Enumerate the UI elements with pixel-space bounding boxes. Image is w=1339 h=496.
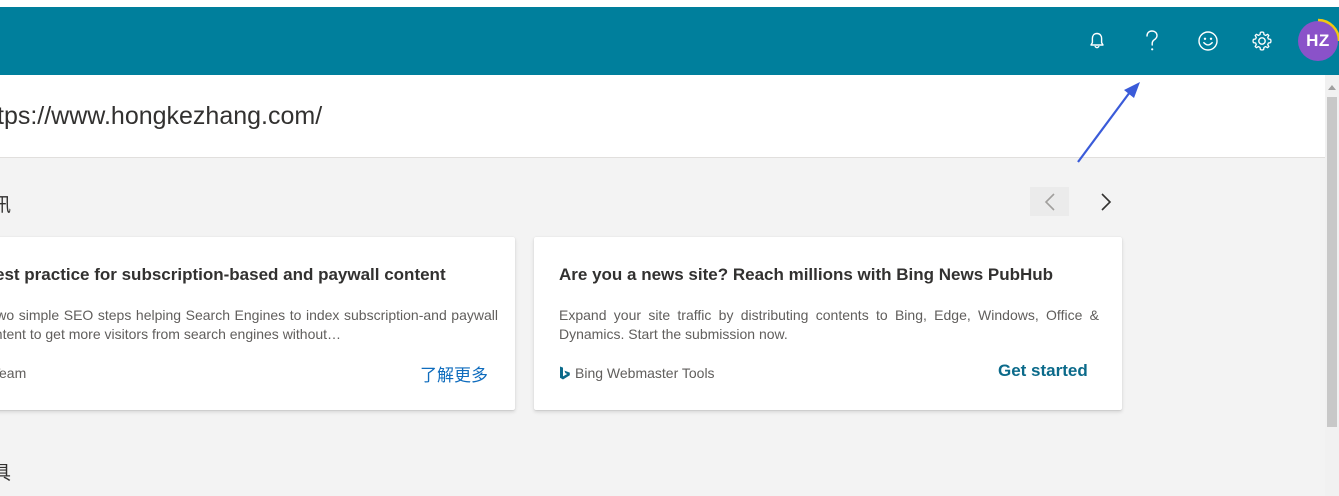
card-source-label: Bing Webmaster Tools — [575, 365, 715, 381]
card-source: Bing Webmaster Tools — [559, 365, 715, 381]
feedback-smiley-icon — [1198, 31, 1218, 51]
help-icon — [1146, 30, 1158, 51]
news-card: est practice for subscription-based and … — [0, 237, 515, 410]
card-title: Are you a news site? Reach millions with… — [559, 265, 1054, 284]
bell-icon — [1090, 32, 1104, 49]
user-avatar[interactable]: HZ — [1298, 21, 1338, 61]
carousel-prev-button[interactable] — [1030, 187, 1069, 216]
bing-logo-icon — [560, 366, 570, 380]
card-description: Expand your site traffic by distributing… — [559, 307, 1099, 342]
site-url-bar: tps://www.hongkezhang.com/ — [0, 75, 1325, 158]
card-source-label: Team — [0, 365, 27, 381]
help-button[interactable] — [1132, 21, 1172, 61]
avatar-initials: HZ — [1306, 31, 1330, 50]
card-title: est practice for subscription-based and … — [0, 265, 446, 284]
card-description: g two simple SEO steps helping Search En… — [0, 307, 498, 342]
card-learn-more-link[interactable]: 了解更多 — [420, 361, 488, 386]
settings-gear-icon — [1252, 31, 1272, 51]
card-get-started-link[interactable]: Get started — [998, 361, 1088, 381]
site-url: tps://www.hongkezhang.com/ — [0, 102, 323, 130]
carousel-next-button[interactable] — [1086, 187, 1125, 216]
top-header-bar: HZ — [0, 7, 1339, 75]
window-top-strip — [0, 0, 1339, 7]
section-title-tools: 具 — [0, 463, 12, 484]
scroll-up-arrow-icon[interactable] — [1327, 83, 1337, 91]
card-source: Team — [0, 365, 26, 381]
feedback-button[interactable] — [1188, 21, 1228, 61]
news-card: Are you a news site? Reach millions with… — [534, 237, 1122, 410]
chevron-right-icon — [1100, 192, 1111, 211]
notifications-button[interactable] — [1077, 21, 1117, 61]
settings-button[interactable] — [1242, 21, 1282, 61]
vertical-scrollbar[interactable] — [1325, 75, 1339, 496]
scrollbar-thumb[interactable] — [1327, 97, 1337, 427]
section-title-news: 讯 — [0, 195, 12, 216]
chevron-left-icon — [1044, 192, 1055, 211]
